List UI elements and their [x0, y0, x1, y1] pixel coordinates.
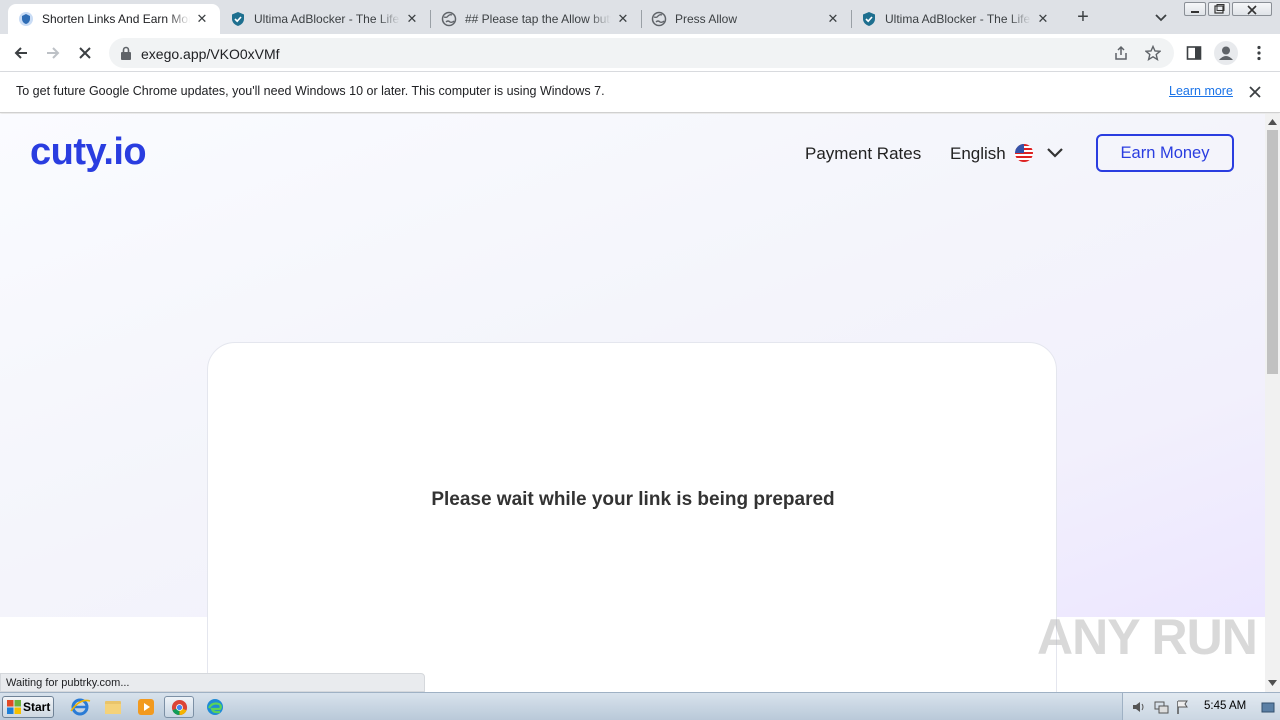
url-text[interactable]: exego.app/VKO0xVMf — [141, 46, 280, 62]
cuty-shield-icon — [19, 12, 33, 26]
anyrun-watermark: ANY RUN — [1037, 609, 1258, 665]
wait-message: Please wait while your link is being pre… — [431, 489, 835, 510]
us-flag-icon[interactable] — [1015, 144, 1033, 162]
chevron-down-icon[interactable] — [1046, 147, 1064, 159]
earn-money-button[interactable]: Earn Money — [1096, 134, 1234, 172]
edge-icon[interactable] — [200, 696, 230, 718]
language-selector[interactable]: English — [950, 144, 1006, 164]
back-arrow-icon[interactable] — [12, 44, 30, 62]
network-icon[interactable] — [1153, 699, 1169, 715]
tab-title: Press Allow — [675, 12, 738, 26]
chrome-icon — [171, 699, 188, 716]
globe-icon — [651, 11, 667, 27]
windows-taskbar: Start 5:45 AM — [0, 692, 1280, 720]
tab-close-icon[interactable]: ✕ — [404, 11, 420, 27]
close-window-button[interactable] — [1232, 2, 1272, 16]
minimize-button[interactable] — [1184, 2, 1206, 16]
shield-check-icon — [863, 12, 875, 26]
media-player-icon[interactable] — [131, 696, 161, 718]
stop-loading-icon[interactable] — [76, 44, 94, 62]
infobar-message: To get future Google Chrome updates, you… — [16, 84, 605, 98]
browser-toolbar: exego.app/VKO0xVMf — [0, 34, 1280, 72]
tab-title: ## Please tap the Allow button — [465, 12, 611, 26]
link-status-card: Please wait while your link is being pre… — [207, 342, 1057, 692]
page-viewport: cuty.io Payment Rates English Earn Money… — [0, 114, 1265, 692]
tab-close-icon[interactable]: ✕ — [194, 11, 210, 27]
nav-payment-rates[interactable]: Payment Rates — [805, 144, 921, 164]
action-center-flag-icon[interactable] — [1175, 699, 1191, 715]
scroll-up-arrow-icon[interactable] — [1268, 118, 1277, 125]
tab-title: Shorten Links And Earn Money — [42, 12, 190, 26]
scroll-down-arrow-icon[interactable] — [1268, 680, 1277, 687]
tab-press-allow[interactable]: Press Allow ✕ — [641, 4, 851, 34]
windows-logo-icon — [7, 700, 21, 714]
share-icon[interactable] — [1113, 45, 1129, 61]
lock-icon[interactable] — [120, 46, 132, 60]
profile-avatar-icon[interactable] — [1214, 41, 1238, 65]
new-tab-button[interactable]: + — [1073, 6, 1093, 28]
chrome-taskbar-button[interactable] — [164, 696, 194, 718]
speaker-icon[interactable] — [1131, 699, 1147, 715]
tab-ultima-adblocker-2[interactable]: Ultima AdBlocker - The Life with ✕ — [851, 4, 1061, 34]
forward-arrow-icon[interactable] — [44, 44, 62, 62]
learn-more-link[interactable]: Learn more — [1169, 84, 1233, 98]
scrollbar-thumb[interactable] — [1267, 130, 1278, 374]
chrome-update-infobar: To get future Google Chrome updates, you… — [0, 72, 1280, 113]
file-explorer-icon[interactable] — [98, 696, 128, 718]
start-label: Start — [23, 700, 51, 714]
status-bar: Waiting for pubtrky.com... — [0, 673, 425, 692]
scrollbar[interactable] — [1265, 114, 1280, 692]
address-bar[interactable]: exego.app/VKO0xVMf — [109, 38, 1174, 68]
bookmark-star-icon[interactable] — [1145, 45, 1161, 61]
close-icon[interactable] — [1248, 85, 1262, 99]
tab-close-icon[interactable]: ✕ — [825, 11, 841, 27]
tab-close-icon[interactable]: ✕ — [1035, 11, 1051, 27]
tab-ultima-adblocker-1[interactable]: Ultima AdBlocker - The Life with ✕ — [220, 4, 430, 34]
restore-button[interactable] — [1208, 2, 1230, 16]
tab-title: Ultima AdBlocker - The Life with — [254, 12, 400, 26]
tab-shorten-links[interactable]: Shorten Links And Earn Money ✕ — [8, 4, 220, 34]
internet-explorer-icon[interactable] — [65, 696, 95, 718]
menu-kebab-icon[interactable] — [1250, 44, 1268, 62]
globe-icon — [441, 11, 457, 27]
start-button[interactable]: Start — [2, 696, 54, 718]
show-desktop-icon[interactable] — [1260, 699, 1276, 715]
shield-check-icon — [232, 12, 244, 26]
tab-strip: Shorten Links And Earn Money ✕ Ultima Ad… — [0, 0, 1280, 34]
clock[interactable]: 5:45 AM — [1204, 700, 1246, 712]
tab-title: Ultima AdBlocker - The Life with — [885, 12, 1031, 26]
tab-search-chevron-icon[interactable] — [1153, 9, 1169, 25]
system-tray: 5:45 AM — [1122, 693, 1280, 720]
side-panel-icon[interactable] — [1185, 44, 1203, 62]
site-logo[interactable]: cuty.io — [30, 131, 147, 174]
tab-please-tap-allow[interactable]: ## Please tap the Allow button ✕ — [431, 4, 641, 34]
tab-close-icon[interactable]: ✕ — [615, 11, 631, 27]
